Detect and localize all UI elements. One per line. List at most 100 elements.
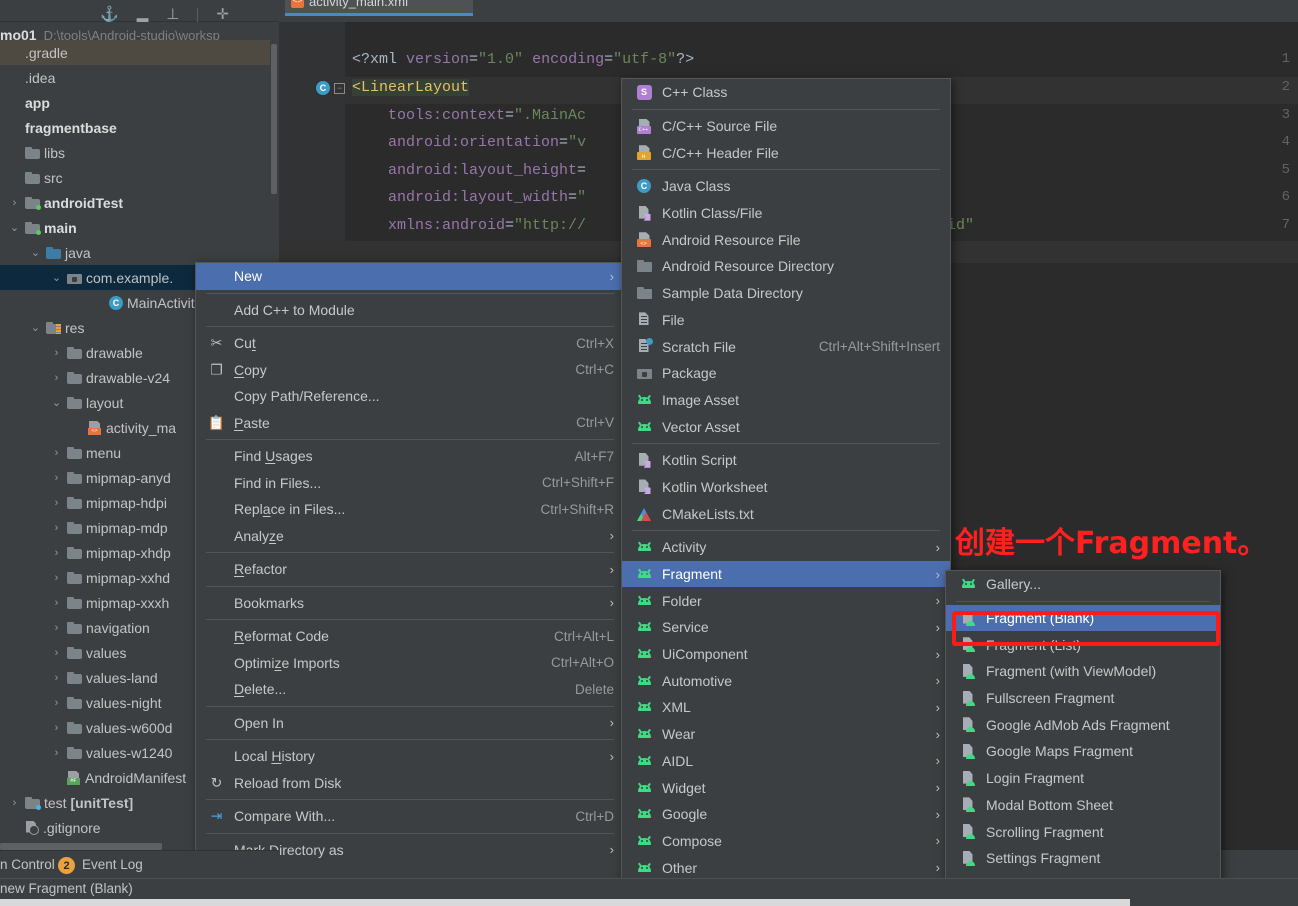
tree-expand-arrow[interactable]: ⌄ bbox=[50, 271, 63, 284]
tree-expand-arrow[interactable]: › bbox=[50, 622, 63, 634]
tree-expand-arrow[interactable]: › bbox=[50, 347, 63, 359]
tree-item-main[interactable]: ⌄ main bbox=[0, 215, 270, 240]
menu-item-android-resource-file[interactable]: <> Android Resource File bbox=[622, 226, 950, 253]
menu-item-compose[interactable]: Compose › bbox=[622, 828, 950, 855]
menu-item-android-resource-directory[interactable]: Android Resource Directory bbox=[622, 253, 950, 280]
menu-item-java-class[interactable]: C Java Class bbox=[622, 173, 950, 200]
upload-icon[interactable]: ⊥ bbox=[166, 7, 179, 22]
event-log-label[interactable]: Event Log bbox=[82, 857, 143, 872]
menu-item-compare-with[interactable]: ⇥ Compare With... Ctrl+D bbox=[196, 803, 624, 830]
menu-item-reload-from-disk[interactable]: ↻ Reload from Disk bbox=[196, 770, 624, 797]
context-menu[interactable]: New › Add C++ to Module ✂ Cut Ctrl+X ❐ Copy Ctrl… bbox=[195, 262, 625, 906]
menu-item-wear[interactable]: Wear › bbox=[622, 721, 950, 748]
tree-expand-arrow[interactable]: › bbox=[50, 572, 63, 584]
menu-item-copy-path-reference[interactable]: Copy Path/Reference... bbox=[196, 383, 624, 410]
tree-expand-arrow[interactable]: ⌄ bbox=[29, 321, 42, 334]
menu-item-refactor[interactable]: Refactor › bbox=[196, 556, 624, 583]
tree-item-idea[interactable]: .idea bbox=[0, 65, 270, 90]
fragment-submenu[interactable]: Gallery... Fragment (Blank) Fragment (List… bbox=[945, 570, 1221, 906]
menu-item-package[interactable]: Package bbox=[622, 360, 950, 387]
menu-item-uicomponent[interactable]: UiComponent › bbox=[622, 641, 950, 668]
menu-item-paste[interactable]: 📋 Paste Ctrl+V bbox=[196, 410, 624, 437]
tree-item-androidtest[interactable]: › androidTest bbox=[0, 190, 270, 215]
menu-item-open-in[interactable]: Open In › bbox=[196, 710, 624, 737]
menu-item-automotive[interactable]: Automotive › bbox=[622, 667, 950, 694]
menu-item-xml[interactable]: XML › bbox=[622, 694, 950, 721]
menu-item-google-maps-fragment[interactable]: Google Maps Fragment bbox=[946, 738, 1220, 765]
menu-item-local-history[interactable]: Local History › bbox=[196, 743, 624, 770]
layout-inspector-icon[interactable]: ▂ bbox=[137, 7, 149, 22]
tree-expand-arrow[interactable]: › bbox=[8, 197, 21, 209]
code-fold-icon[interactable]: − bbox=[334, 83, 345, 94]
menu-item-google-admob-ads-fragment[interactable]: Google AdMob Ads Fragment bbox=[946, 711, 1220, 738]
tree-item-fragmentbase[interactable]: fragmentbase bbox=[0, 115, 270, 140]
menu-item-scrolling-fragment[interactable]: Scrolling Fragment bbox=[946, 818, 1220, 845]
sdk-manager-icon[interactable]: ✛ bbox=[216, 7, 229, 22]
tree-item-app[interactable]: app bbox=[0, 90, 270, 115]
menu-item-folder[interactable]: Folder › bbox=[622, 587, 950, 614]
tree-expand-arrow[interactable]: › bbox=[50, 747, 63, 759]
menu-item-c-c++-source-file[interactable]: C++ C/C++ Source File bbox=[622, 113, 950, 140]
menu-item-bookmarks[interactable]: Bookmarks › bbox=[196, 590, 624, 617]
tree-expand-arrow[interactable]: › bbox=[50, 672, 63, 684]
menu-item-cut[interactable]: ✂ Cut Ctrl+X bbox=[196, 330, 624, 357]
menu-item-fragment-list[interactable]: Fragment (List) bbox=[946, 631, 1220, 658]
menu-item-widget[interactable]: Widget › bbox=[622, 774, 950, 801]
menu-item-cmakelists-txt[interactable]: CMakeLists.txt bbox=[622, 500, 950, 527]
tree-item-libs[interactable]: libs bbox=[0, 140, 270, 165]
gutter-java-class-icon[interactable]: C bbox=[316, 81, 330, 95]
new-submenu[interactable]: S C++ Class C++ C/C++ Source File H C/C++ Hea… bbox=[621, 78, 951, 906]
menu-item-c++-class[interactable]: S C++ Class bbox=[622, 79, 950, 106]
menu-item-c-c++-header-file[interactable]: H C/C++ Header File bbox=[622, 139, 950, 166]
tree-expand-arrow[interactable]: › bbox=[50, 372, 63, 384]
menu-item-fullscreen-fragment[interactable]: Fullscreen Fragment bbox=[946, 685, 1220, 712]
tree-expand-arrow[interactable]: › bbox=[50, 647, 63, 659]
menu-item-add-c++-to-module[interactable]: Add C++ to Module bbox=[196, 297, 624, 324]
menu-item-new[interactable]: New › bbox=[196, 263, 624, 290]
menu-item-find-in-files[interactable]: Find in Files... Ctrl+Shift+F bbox=[196, 470, 624, 497]
project-vertical-scrollbar[interactable] bbox=[271, 44, 277, 194]
menu-item-aidl[interactable]: AIDL › bbox=[622, 748, 950, 775]
menu-item-google[interactable]: Google › bbox=[622, 801, 950, 828]
menu-item-image-asset[interactable]: Image Asset bbox=[622, 387, 950, 414]
menu-item-service[interactable]: Service › bbox=[622, 614, 950, 641]
tree-expand-arrow[interactable]: › bbox=[50, 597, 63, 609]
menu-item-fragment-with-viewmodel[interactable]: Fragment (with ViewModel) bbox=[946, 658, 1220, 685]
anchor-icon[interactable]: ⚓ bbox=[100, 7, 119, 22]
tree-expand-arrow[interactable]: › bbox=[50, 472, 63, 484]
menu-item-find-usages[interactable]: Find Usages Alt+F7 bbox=[196, 443, 624, 470]
menu-item-analyze[interactable]: Analyze › bbox=[196, 523, 624, 550]
menu-item-settings-fragment[interactable]: Settings Fragment bbox=[946, 845, 1220, 872]
menu-item-fragment[interactable]: Fragment › bbox=[622, 560, 950, 588]
tree-item-gradle[interactable]: .gradle bbox=[0, 40, 270, 65]
menu-item-login-fragment[interactable]: Login Fragment bbox=[946, 765, 1220, 792]
menu-item-file[interactable]: File bbox=[622, 307, 950, 334]
menu-item-kotlin-worksheet[interactable]: Kotlin Worksheet bbox=[622, 474, 950, 501]
tree-expand-arrow[interactable]: ⌄ bbox=[50, 396, 63, 409]
tree-expand-arrow[interactable]: › bbox=[50, 447, 63, 459]
menu-item-kotlin-class-file[interactable]: Kotlin Class/File bbox=[622, 200, 950, 227]
menu-item-modal-bottom-sheet[interactable]: Modal Bottom Sheet bbox=[946, 792, 1220, 819]
tree-expand-arrow[interactable]: ⌄ bbox=[29, 246, 42, 259]
tree-item-src[interactable]: src bbox=[0, 165, 270, 190]
menu-item-delete[interactable]: Delete... Delete bbox=[196, 676, 624, 703]
version-control-label[interactable]: n Control bbox=[0, 857, 55, 872]
menu-item-fragment-blank[interactable]: Fragment (Blank) bbox=[946, 604, 1220, 632]
menu-item-optimize-imports[interactable]: Optimize Imports Ctrl+Alt+O bbox=[196, 650, 624, 677]
tree-expand-arrow[interactable]: › bbox=[50, 547, 63, 559]
tree-expand-arrow[interactable]: › bbox=[50, 697, 63, 709]
tree-expand-arrow[interactable]: › bbox=[50, 497, 63, 509]
menu-item-vector-asset[interactable]: Vector Asset bbox=[622, 413, 950, 440]
menu-item-reformat-code[interactable]: Reformat Code Ctrl+Alt+L bbox=[196, 623, 624, 650]
menu-item-activity[interactable]: Activity › bbox=[622, 534, 950, 561]
tree-expand-arrow[interactable]: › bbox=[8, 797, 21, 809]
menu-item-kotlin-script[interactable]: Kotlin Script bbox=[622, 447, 950, 474]
menu-item-other[interactable]: Other › bbox=[622, 854, 950, 881]
tree-expand-arrow[interactable]: › bbox=[50, 522, 63, 534]
menu-item-scratch-file[interactable]: Scratch File Ctrl+Alt+Shift+Insert bbox=[622, 333, 950, 360]
tab-activity-main-xml[interactable]: <> activity_main.xml bbox=[285, 0, 473, 16]
project-horizontal-scrollbar[interactable] bbox=[0, 843, 162, 850]
menu-item-sample-data-directory[interactable]: Sample Data Directory bbox=[622, 280, 950, 307]
tree-expand-arrow[interactable]: › bbox=[50, 722, 63, 734]
menu-item-gallery[interactable]: Gallery... bbox=[946, 571, 1220, 598]
